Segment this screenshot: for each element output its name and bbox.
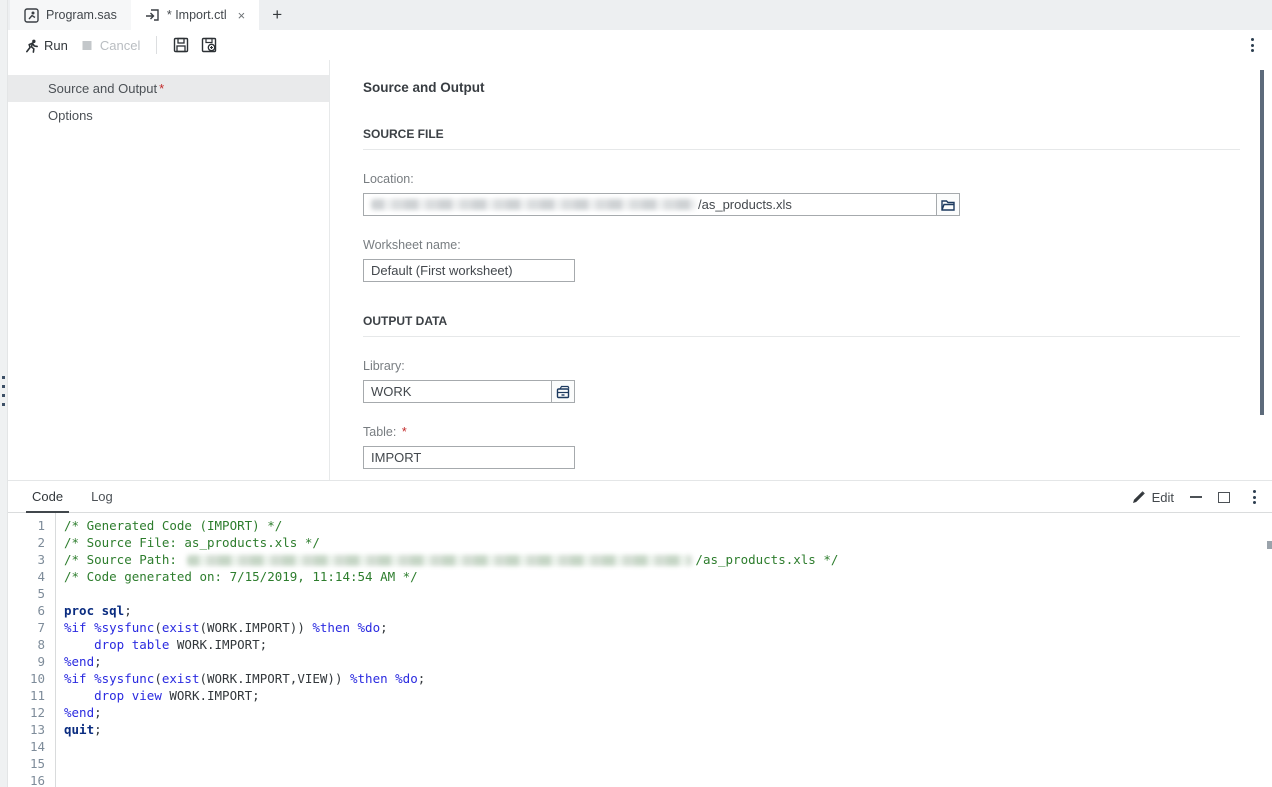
folder-icon [941,199,955,211]
minimize-icon[interactable] [1190,496,1202,498]
tab-close-icon[interactable]: × [238,8,246,23]
cancel-label: Cancel [100,38,140,53]
tab-program-sas[interactable]: Program.sas [10,0,131,30]
library-input[interactable] [363,380,552,403]
location-value: /as_products.xls [698,197,792,212]
save-as-icon[interactable] [201,37,217,53]
code-more-menu-icon[interactable] [1246,488,1262,506]
code-gutter: 12345678910111213141516 [8,513,56,787]
cancel-button[interactable]: Cancel [74,35,146,56]
tab-label: Program.sas [46,8,117,22]
panel-splitter-handle[interactable] [1,376,7,406]
task-form: Source and Output SOURCE FILE Location: … [363,60,1240,480]
worksheet-label: Worksheet name: [363,238,1240,252]
location-input[interactable]: /as_products.xls [363,193,937,216]
table-input[interactable] [363,446,575,469]
redacted-path-segment [371,199,696,210]
code-panel-header: Code Log Edit [8,481,1272,513]
output-data-heading: OUTPUT DATA [363,314,1240,337]
left-edge-strip [0,0,8,787]
run-icon [24,38,39,53]
task-nav-panel: Source and Output* Options [8,60,330,480]
document-tab-bar: Program.sas * Import.ctl × + [8,0,1272,30]
toolbar-more-menu-icon[interactable] [1244,36,1260,54]
tab-code[interactable]: Code [28,481,67,513]
library-icon [556,385,570,399]
run-button[interactable]: Run [18,35,74,56]
tab-label: * Import.ctl [167,8,227,22]
new-tab-button[interactable]: + [259,0,295,30]
table-label: Table: * [363,425,1240,439]
run-label: Run [44,38,68,53]
program-icon [24,8,39,23]
nav-item-label: Options [48,108,93,123]
library-label: Library: [363,359,1240,373]
toolbar-divider [156,36,157,54]
code-panel: Code Log Edit 12345678910111213141516 /*… [8,480,1272,787]
code-editor[interactable]: 12345678910111213141516 /* Generated Cod… [8,513,1272,787]
nav-item-source-and-output[interactable]: Source and Output* [8,75,329,102]
task-toolbar: Run Cancel [8,30,1272,60]
worksheet-input[interactable] [363,259,575,282]
nav-item-label: Source and Output [48,81,157,96]
edit-button[interactable]: Edit [1132,490,1174,505]
edit-label: Edit [1152,490,1174,505]
page-title: Source and Output [363,60,1240,95]
import-task-icon [145,8,160,23]
code-lines: /* Generated Code (IMPORT) *//* Source F… [56,513,1272,787]
tab-import-ctl[interactable]: * Import.ctl × [131,0,259,30]
code-scrollbar-thumb[interactable] [1267,541,1272,549]
required-marker: * [402,425,407,439]
location-label: Location: [363,172,1240,186]
tab-log[interactable]: Log [87,481,117,513]
browse-file-button[interactable] [937,193,960,216]
choose-library-button[interactable] [552,380,575,403]
vertical-scrollbar[interactable] [1260,70,1264,415]
task-workspace: Source and Output* Options Source and Ou… [8,60,1272,480]
source-file-heading: SOURCE FILE [363,127,1240,150]
cancel-stop-icon [80,38,95,53]
required-marker: * [159,81,164,96]
pencil-icon [1132,490,1146,504]
maximize-icon[interactable] [1218,492,1230,503]
nav-item-options[interactable]: Options [8,102,329,129]
save-icon[interactable] [173,37,189,53]
